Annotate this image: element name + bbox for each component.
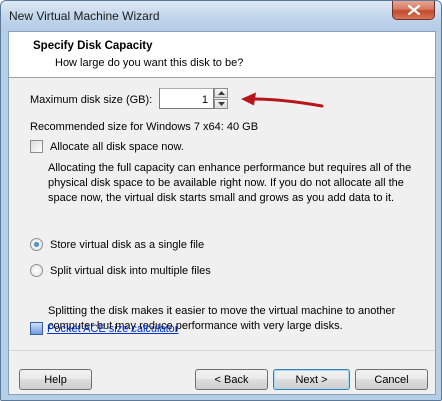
title-bar: New Virtual Machine Wizard <box>1 1 441 31</box>
multiple-files-label: Split virtual disk into multiple files <box>50 264 211 277</box>
disk-size-label: Maximum disk size (GB): <box>30 94 153 106</box>
calculator-icon <box>30 322 43 335</box>
single-file-option[interactable]: Store virtual disk as a single file <box>30 238 204 251</box>
next-button[interactable]: Next > <box>273 369 350 390</box>
help-button[interactable]: Help <box>19 369 92 390</box>
dialog-client-area: Specify Disk Capacity How large do you w… <box>8 31 436 395</box>
spinner-up-button[interactable] <box>214 88 228 98</box>
triangle-down-icon <box>217 102 225 106</box>
page-title: Specify Disk Capacity <box>33 40 153 52</box>
allocate-checkbox[interactable] <box>30 140 43 153</box>
single-file-label: Store virtual disk as a single file <box>50 238 205 251</box>
wizard-header: Specify Disk Capacity How large do you w… <box>9 32 435 78</box>
close-icon <box>407 5 420 15</box>
disk-size-input[interactable] <box>159 88 214 109</box>
recommended-size-text: Recommended size for Windows 7 x64: 40 G… <box>30 121 259 133</box>
back-button[interactable]: < Back <box>195 369 268 390</box>
multiple-files-radio[interactable] <box>30 264 43 277</box>
button-separator <box>9 350 435 351</box>
window-title: New Virtual Machine Wizard <box>9 9 160 23</box>
calculator-link-row: Pocket ACE size calculator <box>30 322 178 335</box>
calculator-link[interactable]: Pocket ACE size calculator <box>47 323 178 335</box>
cancel-button[interactable]: Cancel <box>355 369 428 390</box>
page-subtitle: How large do you want this disk to be? <box>55 57 244 69</box>
allocate-checkbox-row[interactable]: Allocate all disk space now. <box>30 140 184 153</box>
spinner-down-button[interactable] <box>214 99 228 109</box>
single-file-radio[interactable] <box>30 238 43 251</box>
close-button[interactable] <box>392 1 435 20</box>
annotation-arrow-icon <box>241 92 324 108</box>
wizard-window: New Virtual Machine Wizard Specify Disk … <box>0 0 442 401</box>
allocate-checkbox-label: Allocate all disk space now. <box>50 140 184 153</box>
allocate-description: Allocating the full capacity can enhance… <box>48 162 412 204</box>
multiple-files-option[interactable]: Split virtual disk into multiple files <box>30 264 211 277</box>
triangle-up-icon <box>217 91 225 95</box>
disk-size-spinner <box>214 88 228 109</box>
